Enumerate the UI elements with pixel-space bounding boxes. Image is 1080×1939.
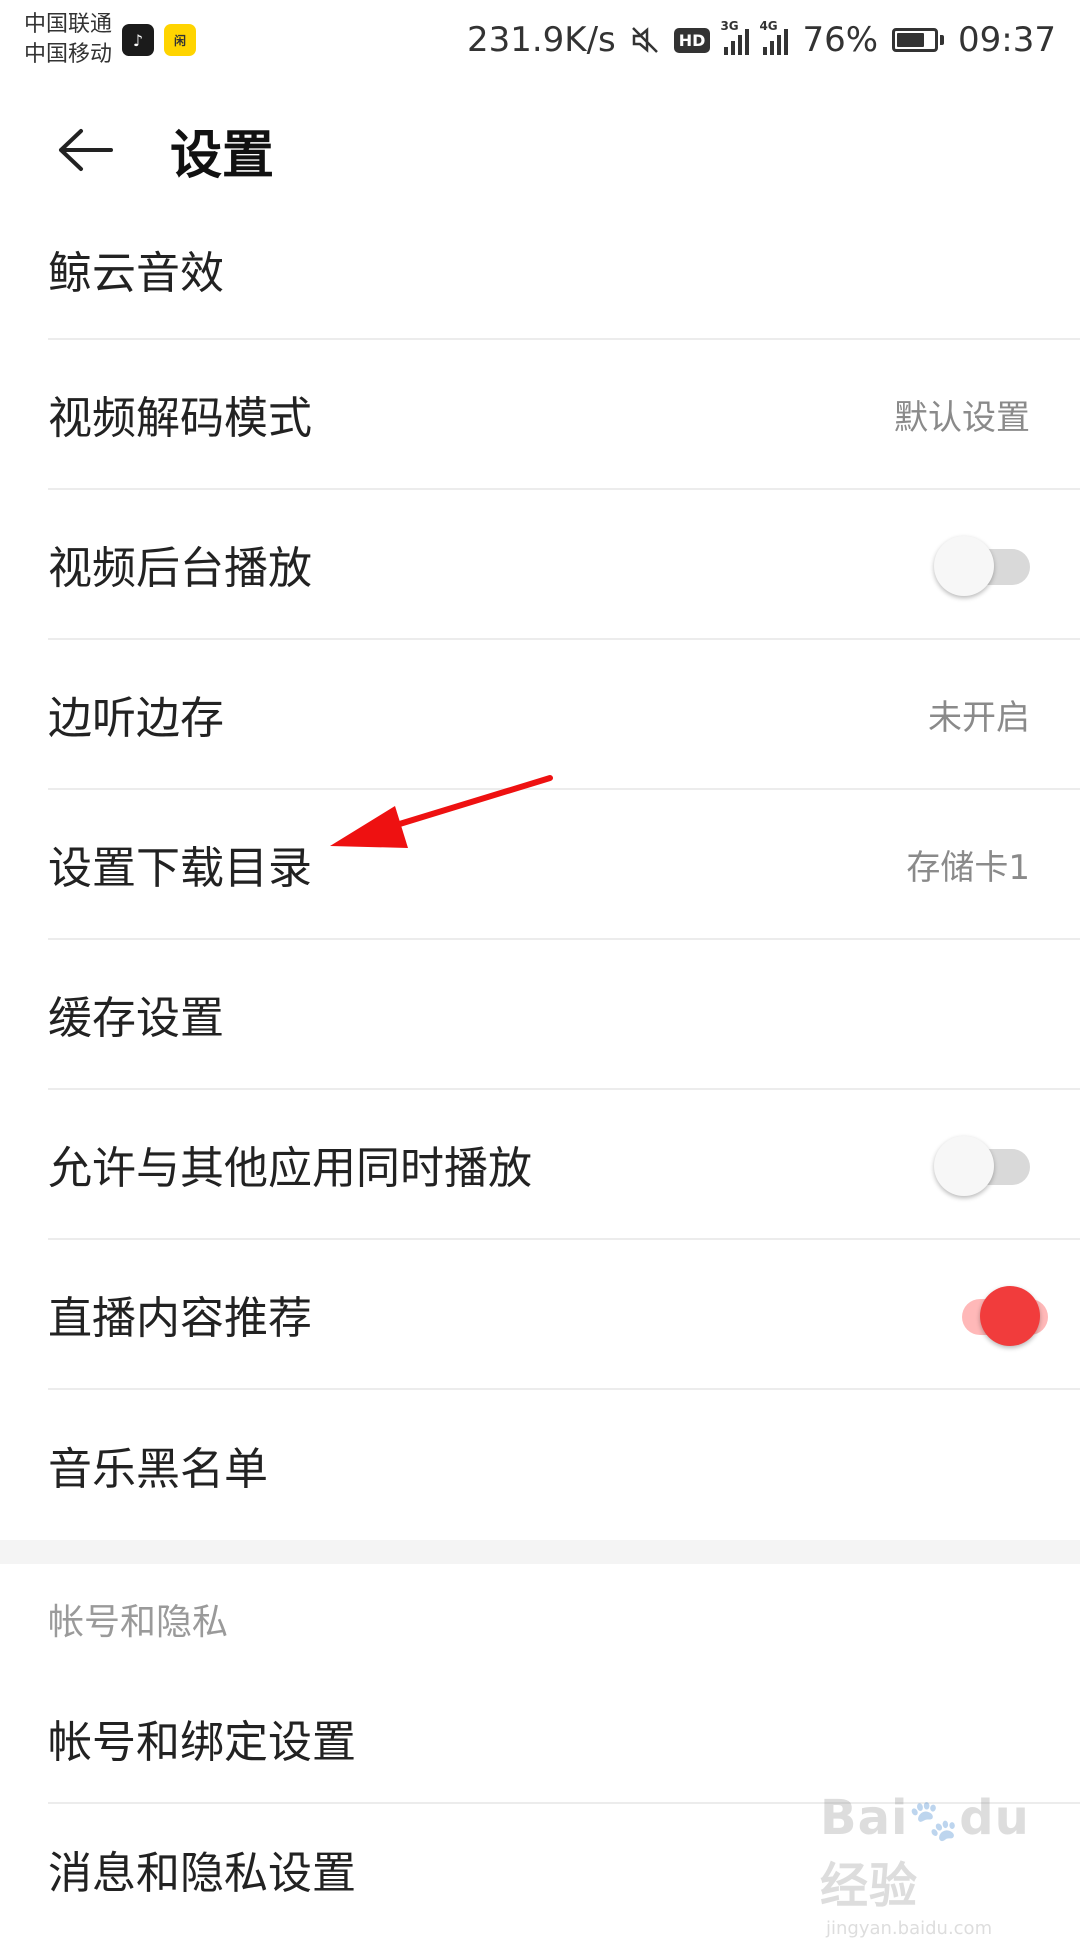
setting-download-directory[interactable]: 设置下载目录 存储卡1 — [48, 790, 1080, 940]
signal-4g-icon: 4G — [759, 19, 789, 55]
setting-listen-and-save[interactable]: 边听边存 未开启 — [48, 640, 1080, 790]
setting-label: 允许与其他应用同时播放 — [48, 1143, 532, 1194]
battery-percent: 76% — [802, 20, 879, 60]
setting-cache[interactable]: 缓存设置 — [48, 940, 1080, 1090]
hd-badge: HD — [673, 27, 711, 53]
setting-value: 默认设置 — [894, 397, 1030, 438]
video-background-toggle[interactable] — [934, 534, 1034, 596]
tiktok-app-icon: ♪ — [122, 24, 155, 56]
setting-value: 未开启 — [928, 697, 1030, 738]
setting-label: 视频解码模式 — [48, 393, 312, 444]
setting-music-blacklist[interactable]: 音乐黑名单 — [48, 1390, 1080, 1540]
signal-3g-label: 3G — [720, 19, 739, 33]
signal-4g-label: 4G — [759, 19, 778, 33]
clock: 09:37 — [958, 20, 1056, 60]
battery-icon — [892, 28, 945, 52]
signal-3g-icon: 3G — [720, 19, 750, 55]
setting-video-decode-mode[interactable]: 视频解码模式 默认设置 — [48, 340, 1080, 490]
page-title: 设置 — [170, 125, 275, 186]
setting-label: 缓存设置 — [48, 993, 224, 1044]
setting-label: 消息和隐私设置 — [48, 1848, 356, 1899]
status-bar: 中国联通 中国移动 ♪ 闲 231.9K/s HD 3G 4G 76% 09:3… — [0, 0, 1080, 80]
setting-label: 鲸云音效 — [48, 248, 224, 299]
setting-label: 视频后台播放 — [48, 543, 312, 594]
back-arrow-icon[interactable] — [48, 115, 118, 185]
status-right: 231.9K/s HD 3G 4G 76% 09:37 — [466, 19, 1056, 60]
setting-whale-cloud-audio[interactable]: 鲸云音效 — [48, 200, 1080, 340]
carrier-1: 中国联通 — [24, 12, 113, 37]
setting-value: 存储卡1 — [906, 847, 1030, 888]
setting-allow-simultaneous-play[interactable]: 允许与其他应用同时播放 — [48, 1090, 1080, 1240]
section-header-account-privacy: 帐号和隐私 — [48, 1602, 229, 1643]
simultaneous-play-toggle[interactable] — [934, 1134, 1034, 1196]
setting-label: 音乐黑名单 — [48, 1444, 268, 1495]
setting-account-binding[interactable]: 帐号和绑定设置 — [48, 1674, 1080, 1804]
carrier-names: 中国联通 中国移动 — [24, 10, 112, 70]
battery-fill — [897, 33, 925, 47]
setting-label: 设置下载目录 — [48, 843, 312, 894]
xianyu-app-icon: 闲 — [164, 24, 197, 56]
app-header: 设置 — [0, 90, 1080, 210]
setting-label: 直播内容推荐 — [48, 1293, 312, 1344]
network-speed: 231.9K/s — [466, 20, 616, 60]
setting-label: 边听边存 — [48, 693, 224, 744]
mute-icon — [631, 27, 658, 53]
settings-list: 鲸云音效 视频解码模式 默认设置 视频后台播放 边听边存 未开启 设置下载目录 … — [0, 200, 1080, 1934]
status-left: 中国联通 中国移动 ♪ 闲 — [24, 10, 197, 70]
annotation-arrow-icon — [330, 775, 553, 848]
section-divider — [0, 1540, 1080, 1564]
live-recommendation-toggle[interactable] — [934, 1284, 1048, 1346]
setting-video-background-play[interactable]: 视频后台播放 — [48, 490, 1080, 640]
setting-live-recommendation[interactable]: 直播内容推荐 — [48, 1240, 1080, 1390]
carrier-2: 中国移动 — [24, 42, 113, 67]
setting-label: 帐号和绑定设置 — [48, 1717, 356, 1768]
watermark-logo: Bai🐾du 经验 jingyan.baidu.com — [820, 1790, 1030, 1939]
